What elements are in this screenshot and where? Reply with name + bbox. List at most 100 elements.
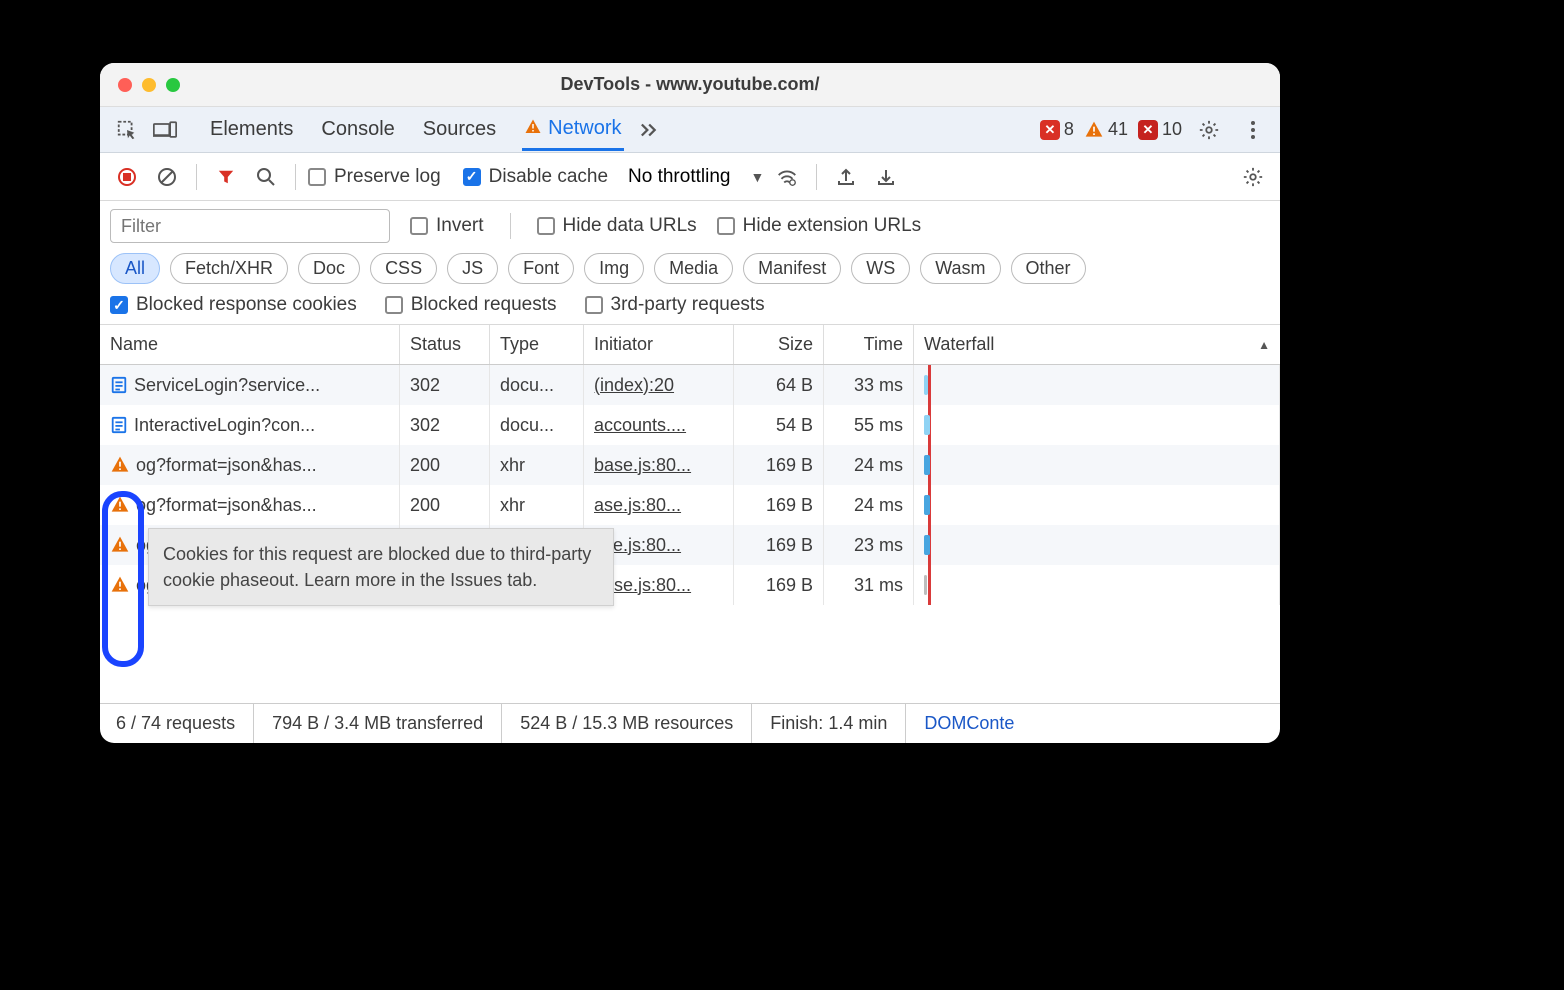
- cookie-blocked-tooltip: Cookies for this request are blocked due…: [148, 528, 614, 606]
- status-finish: Finish: 1.4 min: [752, 704, 906, 743]
- cell-size: 169 B: [734, 445, 824, 485]
- throttling-select[interactable]: No throttling ▼: [628, 166, 764, 188]
- initiator-link[interactable]: base.js:80...: [594, 455, 691, 476]
- filter-input[interactable]: [110, 209, 390, 243]
- cell-size: 64 B: [734, 365, 824, 405]
- tab-console[interactable]: Console: [319, 110, 396, 149]
- network-table-header: Name Status Type Initiator Size Time Wat…: [100, 325, 1280, 365]
- warning-icon: [110, 455, 130, 475]
- device-toolbar-icon[interactable]: [148, 113, 182, 147]
- initiator-link[interactable]: accounts....: [594, 415, 686, 436]
- request-name: og?format=json&has...: [136, 455, 317, 476]
- cell-time: 23 ms: [824, 525, 914, 565]
- request-name: ServiceLogin?service...: [134, 375, 320, 396]
- export-har-icon[interactable]: [869, 160, 903, 194]
- panel-tabstrip: Elements Console Sources Network ✕ 8 41: [100, 107, 1280, 153]
- table-row[interactable]: ServiceLogin?service... 302docu... (index)…: [100, 365, 1280, 405]
- cell-time: 24 ms: [824, 485, 914, 525]
- table-row[interactable]: og?format=json&has...200xhrase.js:80...1…: [100, 485, 1280, 525]
- titlebar: DevTools - www.youtube.com/: [100, 63, 1280, 107]
- warning-count[interactable]: 41: [1084, 119, 1128, 140]
- preserve-log-checkbox[interactable]: Preserve log: [308, 166, 441, 188]
- filter-icon[interactable]: [209, 160, 243, 194]
- type-chip-other[interactable]: Other: [1011, 253, 1086, 284]
- request-name: og?format=json&has...: [136, 495, 317, 516]
- warning-icon: [110, 535, 130, 555]
- type-chip-all[interactable]: All: [110, 253, 160, 284]
- network-conditions-icon[interactable]: [770, 160, 804, 194]
- cell-status: 302: [400, 405, 490, 445]
- column-waterfall[interactable]: Waterfall▲: [914, 325, 1280, 364]
- warning-icon: [1084, 120, 1104, 140]
- issue-icon: ✕: [1138, 120, 1158, 140]
- more-menu-icon[interactable]: [1236, 113, 1270, 147]
- disable-cache-checkbox[interactable]: Disable cache: [463, 166, 608, 188]
- inspect-element-icon[interactable]: [110, 113, 144, 147]
- panel-tabs: Elements Console Sources Network: [208, 109, 624, 151]
- import-har-icon[interactable]: [829, 160, 863, 194]
- devtools-window: DevTools - www.youtube.com/ Elements Con…: [100, 63, 1280, 743]
- initiator-link[interactable]: ase.js:80...: [594, 495, 681, 516]
- tab-sources[interactable]: Sources: [421, 110, 498, 149]
- status-requests: 6 / 74 requests: [116, 704, 254, 743]
- cell-time: 24 ms: [824, 445, 914, 485]
- error-icon: ✕: [1040, 120, 1060, 140]
- cell-type: docu...: [490, 365, 584, 405]
- warning-icon: [110, 495, 130, 515]
- cell-status: 200: [400, 485, 490, 525]
- blocked-cookies-checkbox[interactable]: Blocked response cookies: [110, 294, 357, 316]
- cell-status: 302: [400, 365, 490, 405]
- type-chip-manifest[interactable]: Manifest: [743, 253, 841, 284]
- cell-size: 169 B: [734, 565, 824, 605]
- network-toolbar: Preserve log Disable cache No throttling…: [100, 153, 1280, 201]
- initiator-link[interactable]: (index):20: [594, 375, 674, 396]
- cell-status: 200: [400, 445, 490, 485]
- tab-elements[interactable]: Elements: [208, 110, 295, 149]
- type-chip-css[interactable]: CSS: [370, 253, 437, 284]
- tab-network[interactable]: Network: [522, 109, 623, 151]
- type-chip-wasm[interactable]: Wasm: [920, 253, 1000, 284]
- error-count[interactable]: ✕ 8: [1040, 119, 1074, 140]
- hide-data-urls-checkbox[interactable]: Hide data URLs: [537, 215, 697, 237]
- issue-count[interactable]: ✕ 10: [1138, 119, 1182, 140]
- settings-icon[interactable]: [1192, 113, 1226, 147]
- cell-type: xhr: [490, 485, 584, 525]
- status-transferred: 794 B / 3.4 MB transferred: [254, 704, 502, 743]
- caret-down-icon: ▼: [750, 169, 764, 185]
- status-resources: 524 B / 15.3 MB resources: [502, 704, 752, 743]
- cell-size: 169 B: [734, 525, 824, 565]
- invert-checkbox[interactable]: Invert: [410, 215, 484, 237]
- cell-time: 31 ms: [824, 565, 914, 605]
- hide-extension-urls-checkbox[interactable]: Hide extension URLs: [717, 215, 921, 237]
- document-icon: [110, 376, 128, 394]
- network-settings-icon[interactable]: [1236, 160, 1270, 194]
- status-domcontent[interactable]: DOMConte: [906, 713, 1014, 734]
- record-button[interactable]: [110, 160, 144, 194]
- type-chip-doc[interactable]: Doc: [298, 253, 360, 284]
- warning-icon: [110, 575, 130, 595]
- type-chip-js[interactable]: JS: [447, 253, 498, 284]
- sort-indicator-icon: ▲: [1258, 338, 1270, 352]
- more-tabs-button[interactable]: [640, 122, 662, 138]
- column-status[interactable]: Status: [400, 325, 490, 364]
- column-time[interactable]: Time: [824, 325, 914, 364]
- clear-button[interactable]: [150, 160, 184, 194]
- type-chip-ws[interactable]: WS: [851, 253, 910, 284]
- type-chip-font[interactable]: Font: [508, 253, 574, 284]
- type-chip-img[interactable]: Img: [584, 253, 644, 284]
- column-name[interactable]: Name: [100, 325, 400, 364]
- cell-time: 55 ms: [824, 405, 914, 445]
- blocked-requests-checkbox[interactable]: Blocked requests: [385, 294, 557, 316]
- request-name: InteractiveLogin?con...: [134, 415, 315, 436]
- search-icon[interactable]: [249, 160, 283, 194]
- status-bar: 6 / 74 requests 794 B / 3.4 MB transferr…: [100, 703, 1280, 743]
- table-row[interactable]: og?format=json&has...200xhrbase.js:80...…: [100, 445, 1280, 485]
- column-size[interactable]: Size: [734, 325, 824, 364]
- type-chip-media[interactable]: Media: [654, 253, 733, 284]
- table-row[interactable]: InteractiveLogin?con...302docu...account…: [100, 405, 1280, 445]
- column-initiator[interactable]: Initiator: [584, 325, 734, 364]
- checkbox-icon: [308, 168, 326, 186]
- type-chip-fetchxhr[interactable]: Fetch/XHR: [170, 253, 288, 284]
- third-party-checkbox[interactable]: 3rd-party requests: [585, 294, 765, 316]
- column-type[interactable]: Type: [490, 325, 584, 364]
